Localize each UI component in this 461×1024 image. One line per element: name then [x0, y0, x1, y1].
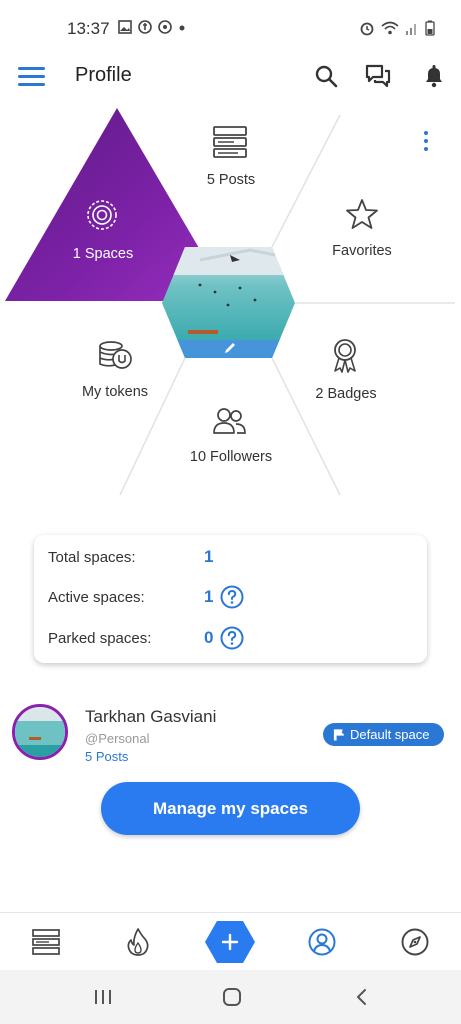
sync-icon	[158, 20, 172, 34]
recents-icon	[95, 990, 111, 1004]
spaces-icon[interactable]	[85, 198, 119, 232]
help-icon[interactable]	[220, 626, 244, 650]
parked-spaces-label: Parked spaces:	[48, 630, 152, 647]
compass-icon	[401, 928, 429, 956]
search-icon[interactable]	[312, 62, 340, 90]
posts-icon[interactable]	[212, 125, 248, 159]
feed-icon	[32, 929, 60, 955]
posts-label[interactable]: 5 Posts	[207, 172, 255, 188]
help-icon[interactable]	[220, 585, 244, 609]
total-spaces-label: Total spaces:	[48, 549, 136, 566]
fire-icon	[127, 928, 149, 956]
signal-icon	[406, 24, 416, 35]
chat-icon[interactable]	[364, 62, 392, 90]
spaces-label[interactable]: 1 Spaces	[73, 246, 133, 262]
flag-icon	[333, 728, 345, 740]
page-title: Profile	[75, 64, 132, 86]
tokens-icon[interactable]	[97, 340, 133, 372]
user-posts-link[interactable]: 5 Posts	[85, 749, 128, 764]
active-spaces-label: Active spaces:	[48, 589, 145, 606]
add-icon	[205, 921, 255, 963]
profile-hex-menu: 5 Posts 1 Spaces Favorites My tokens 2 B…	[0, 100, 461, 520]
wifi-icon	[381, 21, 399, 35]
profile-icon	[308, 928, 336, 956]
star-icon[interactable]	[345, 198, 379, 230]
menu-icon[interactable]	[18, 66, 46, 86]
cover-photo[interactable]	[160, 245, 300, 360]
more-options-icon[interactable]	[420, 130, 434, 152]
tokens-label[interactable]: My tokens	[82, 384, 148, 400]
active-spaces-value: 1	[204, 587, 214, 606]
back-button[interactable]	[347, 984, 377, 1010]
user-name: Tarkhan Gasviani	[85, 707, 217, 726]
user-handle: @Personal	[85, 731, 150, 746]
status-time: 13:37	[67, 19, 110, 38]
followers-icon[interactable]	[212, 406, 248, 436]
app-notification-icon	[138, 20, 152, 34]
home-icon	[223, 988, 241, 1006]
status-notification-icons	[118, 20, 186, 34]
total-spaces-value: 1	[204, 547, 214, 566]
dot-icon	[179, 25, 185, 31]
back-icon	[357, 989, 366, 1005]
total-spaces-row: Total spaces: 1	[48, 543, 418, 573]
avatar-image	[15, 707, 65, 757]
manage-spaces-button[interactable]: Manage my spaces	[101, 782, 360, 835]
tab-explore[interactable]	[385, 913, 445, 971]
parked-spaces-row: Parked spaces: 0	[48, 624, 418, 654]
followers-label[interactable]: 10 Followers	[190, 449, 272, 465]
default-space-badge[interactable]: Default space	[323, 723, 444, 746]
alarm-icon	[360, 22, 374, 36]
bell-icon[interactable]	[420, 62, 448, 90]
active-spaces-row: Active spaces: 1	[48, 583, 418, 613]
tab-trending[interactable]	[108, 913, 168, 971]
battery-icon	[425, 20, 435, 36]
recent-apps-button[interactable]	[88, 984, 118, 1010]
favorites-label[interactable]: Favorites	[332, 243, 392, 259]
default-space-label: Default space	[350, 727, 430, 742]
system-navigation-bar	[0, 970, 461, 1024]
avatar[interactable]	[12, 704, 68, 760]
status-system-icons	[359, 20, 435, 36]
app-header: Profile	[0, 56, 461, 96]
tab-feed[interactable]	[16, 913, 76, 971]
status-bar: 13:37	[0, 0, 461, 56]
gallery-icon	[118, 20, 132, 34]
spaces-stats-card: Total spaces: 1 Active spaces: 1 Parked …	[34, 535, 427, 663]
tab-profile[interactable]	[292, 913, 352, 971]
tab-create[interactable]	[200, 913, 260, 971]
bottom-tab-bar	[0, 912, 461, 970]
badges-label[interactable]: 2 Badges	[315, 386, 376, 402]
home-button[interactable]	[217, 984, 247, 1010]
badge-icon[interactable]	[330, 338, 360, 374]
parked-spaces-value: 0	[204, 628, 214, 647]
